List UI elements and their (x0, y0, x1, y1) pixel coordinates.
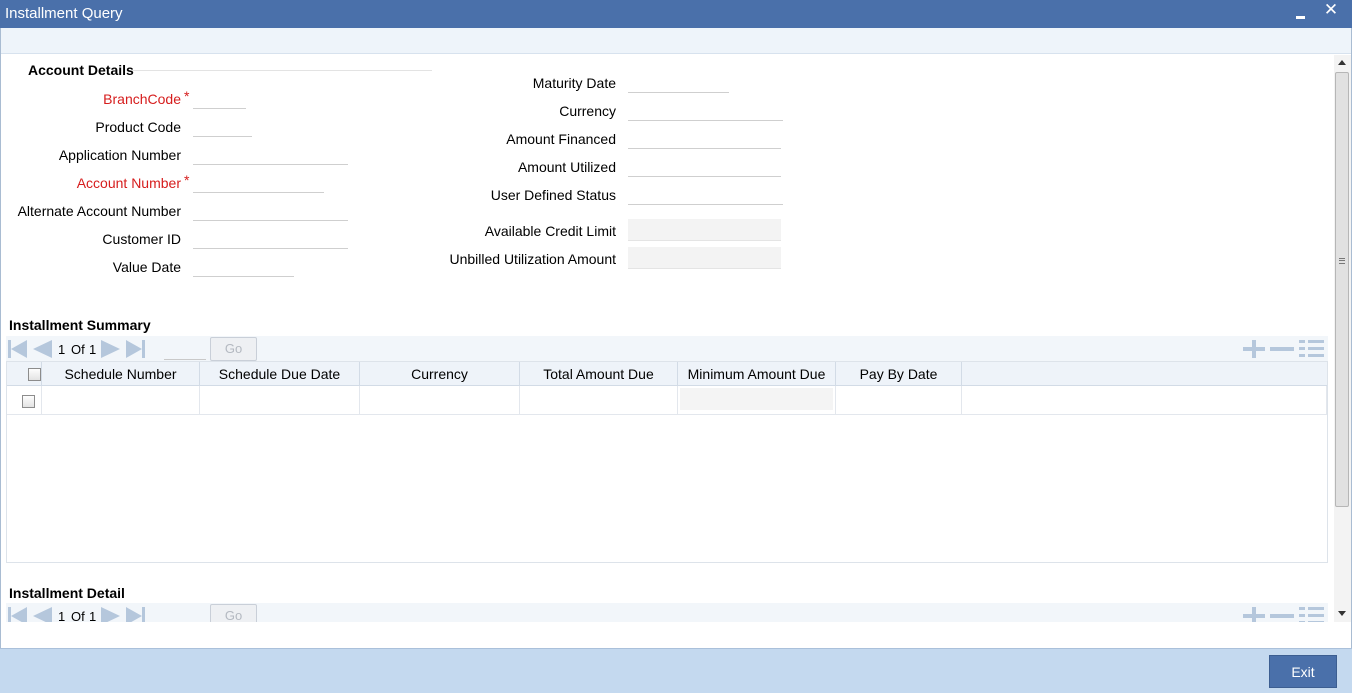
select-all-cell (7, 362, 42, 386)
title-bar: Installment Query ✕ (0, 0, 1352, 28)
page-of-label: Of (71, 609, 85, 622)
cell-total-amount-due[interactable] (520, 386, 678, 415)
footer-bar: Exit (0, 648, 1352, 693)
amount-utilized-label: Amount Utilized (517, 159, 616, 175)
unbilled-utilization-amount-field (628, 247, 781, 269)
exit-button[interactable]: Exit (1269, 655, 1337, 688)
first-page-icon[interactable] (8, 340, 30, 358)
next-page-icon[interactable] (101, 340, 123, 358)
delete-row-icon[interactable] (1270, 614, 1294, 618)
user-defined-status-input[interactable] (628, 183, 783, 205)
col-total-amount-due[interactable]: Total Amount Due (520, 362, 678, 386)
currency-label: Currency (559, 103, 616, 119)
page-number-input[interactable] (164, 339, 206, 360)
list-view-icon[interactable] (1299, 607, 1324, 622)
available-credit-limit-field (628, 219, 781, 241)
delete-row-icon[interactable] (1270, 347, 1294, 351)
value-date-label: Value Date (112, 259, 181, 275)
installment-summary-table: Schedule Number Schedule Due Date Curren… (6, 361, 1328, 563)
list-view-icon[interactable] (1299, 340, 1324, 358)
cell-currency[interactable] (360, 386, 520, 415)
row-checkbox[interactable] (22, 395, 35, 408)
summary-pagination-bar: 1 Of 1 Go (6, 336, 1328, 362)
col-schedule-due-date[interactable]: Schedule Due Date (200, 362, 360, 386)
total-pages: 1 (89, 609, 97, 622)
add-row-icon[interactable] (1243, 340, 1265, 358)
alternate-account-number-input[interactable] (193, 199, 348, 221)
vertical-scrollbar[interactable] (1334, 55, 1351, 622)
last-page-icon[interactable] (124, 340, 148, 358)
account-number-label: Account Number (76, 175, 181, 191)
current-page: 1 (58, 609, 66, 622)
product-code-label: Product Code (95, 119, 181, 135)
cell-minimum-amount-due-wrap (678, 386, 836, 415)
current-page: 1 (58, 342, 66, 357)
scrollbar-thumb[interactable] (1335, 72, 1349, 507)
scroll-down-icon[interactable] (1338, 611, 1346, 616)
table-header: Schedule Number Schedule Due Date Curren… (7, 362, 1327, 386)
maturity-date-input[interactable] (628, 71, 729, 93)
account-details-heading: Account Details (28, 62, 134, 78)
customer-id-input[interactable] (193, 227, 348, 249)
customer-id-label: Customer ID (102, 231, 181, 247)
section-divider (132, 70, 432, 71)
go-button[interactable]: Go (210, 337, 257, 361)
cell-pay-by-date[interactable] (836, 386, 962, 415)
total-pages: 1 (89, 342, 97, 357)
cell-minimum-amount-due (680, 388, 833, 410)
maturity-date-label: Maturity Date (532, 75, 616, 91)
next-page-icon[interactable] (101, 607, 123, 622)
table-row[interactable] (7, 386, 1327, 415)
detail-pagination-bar: 1 Of 1 Go (6, 603, 1328, 622)
installment-detail-heading: Installment Detail (9, 585, 125, 601)
previous-page-icon[interactable] (31, 607, 53, 622)
currency-input[interactable] (628, 99, 783, 121)
installment-summary-heading: Installment Summary (9, 317, 151, 333)
col-schedule-number[interactable]: Schedule Number (42, 362, 200, 386)
required-marker: * (184, 88, 190, 104)
application-number-input[interactable] (193, 143, 348, 165)
cell-schedule-due-date[interactable] (200, 386, 360, 415)
scroll-up-icon[interactable] (1338, 60, 1346, 65)
row-select-cell (7, 386, 42, 415)
cell-schedule-number[interactable] (42, 386, 200, 415)
col-currency[interactable]: Currency (360, 362, 520, 386)
user-defined-status-label: User Defined Status (490, 187, 616, 203)
col-minimum-amount-due[interactable]: Minimum Amount Due (678, 362, 836, 386)
amount-financed-label: Amount Financed (506, 131, 616, 147)
alternate-account-number-label: Alternate Account Number (17, 203, 181, 219)
minimize-button[interactable] (1294, 6, 1308, 22)
required-marker: * (184, 172, 190, 188)
close-icon[interactable]: ✕ (1323, 1, 1339, 19)
branch-code-label: BranchCode (103, 91, 181, 107)
previous-page-icon[interactable] (31, 340, 53, 358)
available-credit-limit-label: Available Credit Limit (484, 223, 616, 239)
window-title: Installment Query (5, 5, 123, 22)
select-all-checkbox[interactable] (28, 368, 41, 381)
amount-utilized-input[interactable] (628, 155, 781, 177)
first-page-icon[interactable] (8, 607, 30, 622)
page-of-label: Of (71, 342, 85, 357)
minimize-icon (1296, 16, 1305, 19)
last-page-icon[interactable] (124, 607, 148, 622)
grip-icon (1339, 258, 1345, 264)
go-button[interactable]: Go (210, 604, 257, 622)
account-number-input[interactable] (193, 171, 324, 193)
unbilled-utilization-amount-label: Unbilled Utilization Amount (449, 251, 616, 267)
application-number-label: Application Number (58, 147, 181, 163)
product-code-input[interactable] (193, 115, 252, 137)
add-row-icon[interactable] (1243, 607, 1265, 622)
row-end (1326, 386, 1327, 415)
amount-financed-input[interactable] (628, 127, 781, 149)
col-pay-by-date[interactable]: Pay By Date (836, 362, 962, 386)
value-date-input[interactable] (193, 255, 294, 277)
branch-code-input[interactable] (193, 87, 246, 109)
